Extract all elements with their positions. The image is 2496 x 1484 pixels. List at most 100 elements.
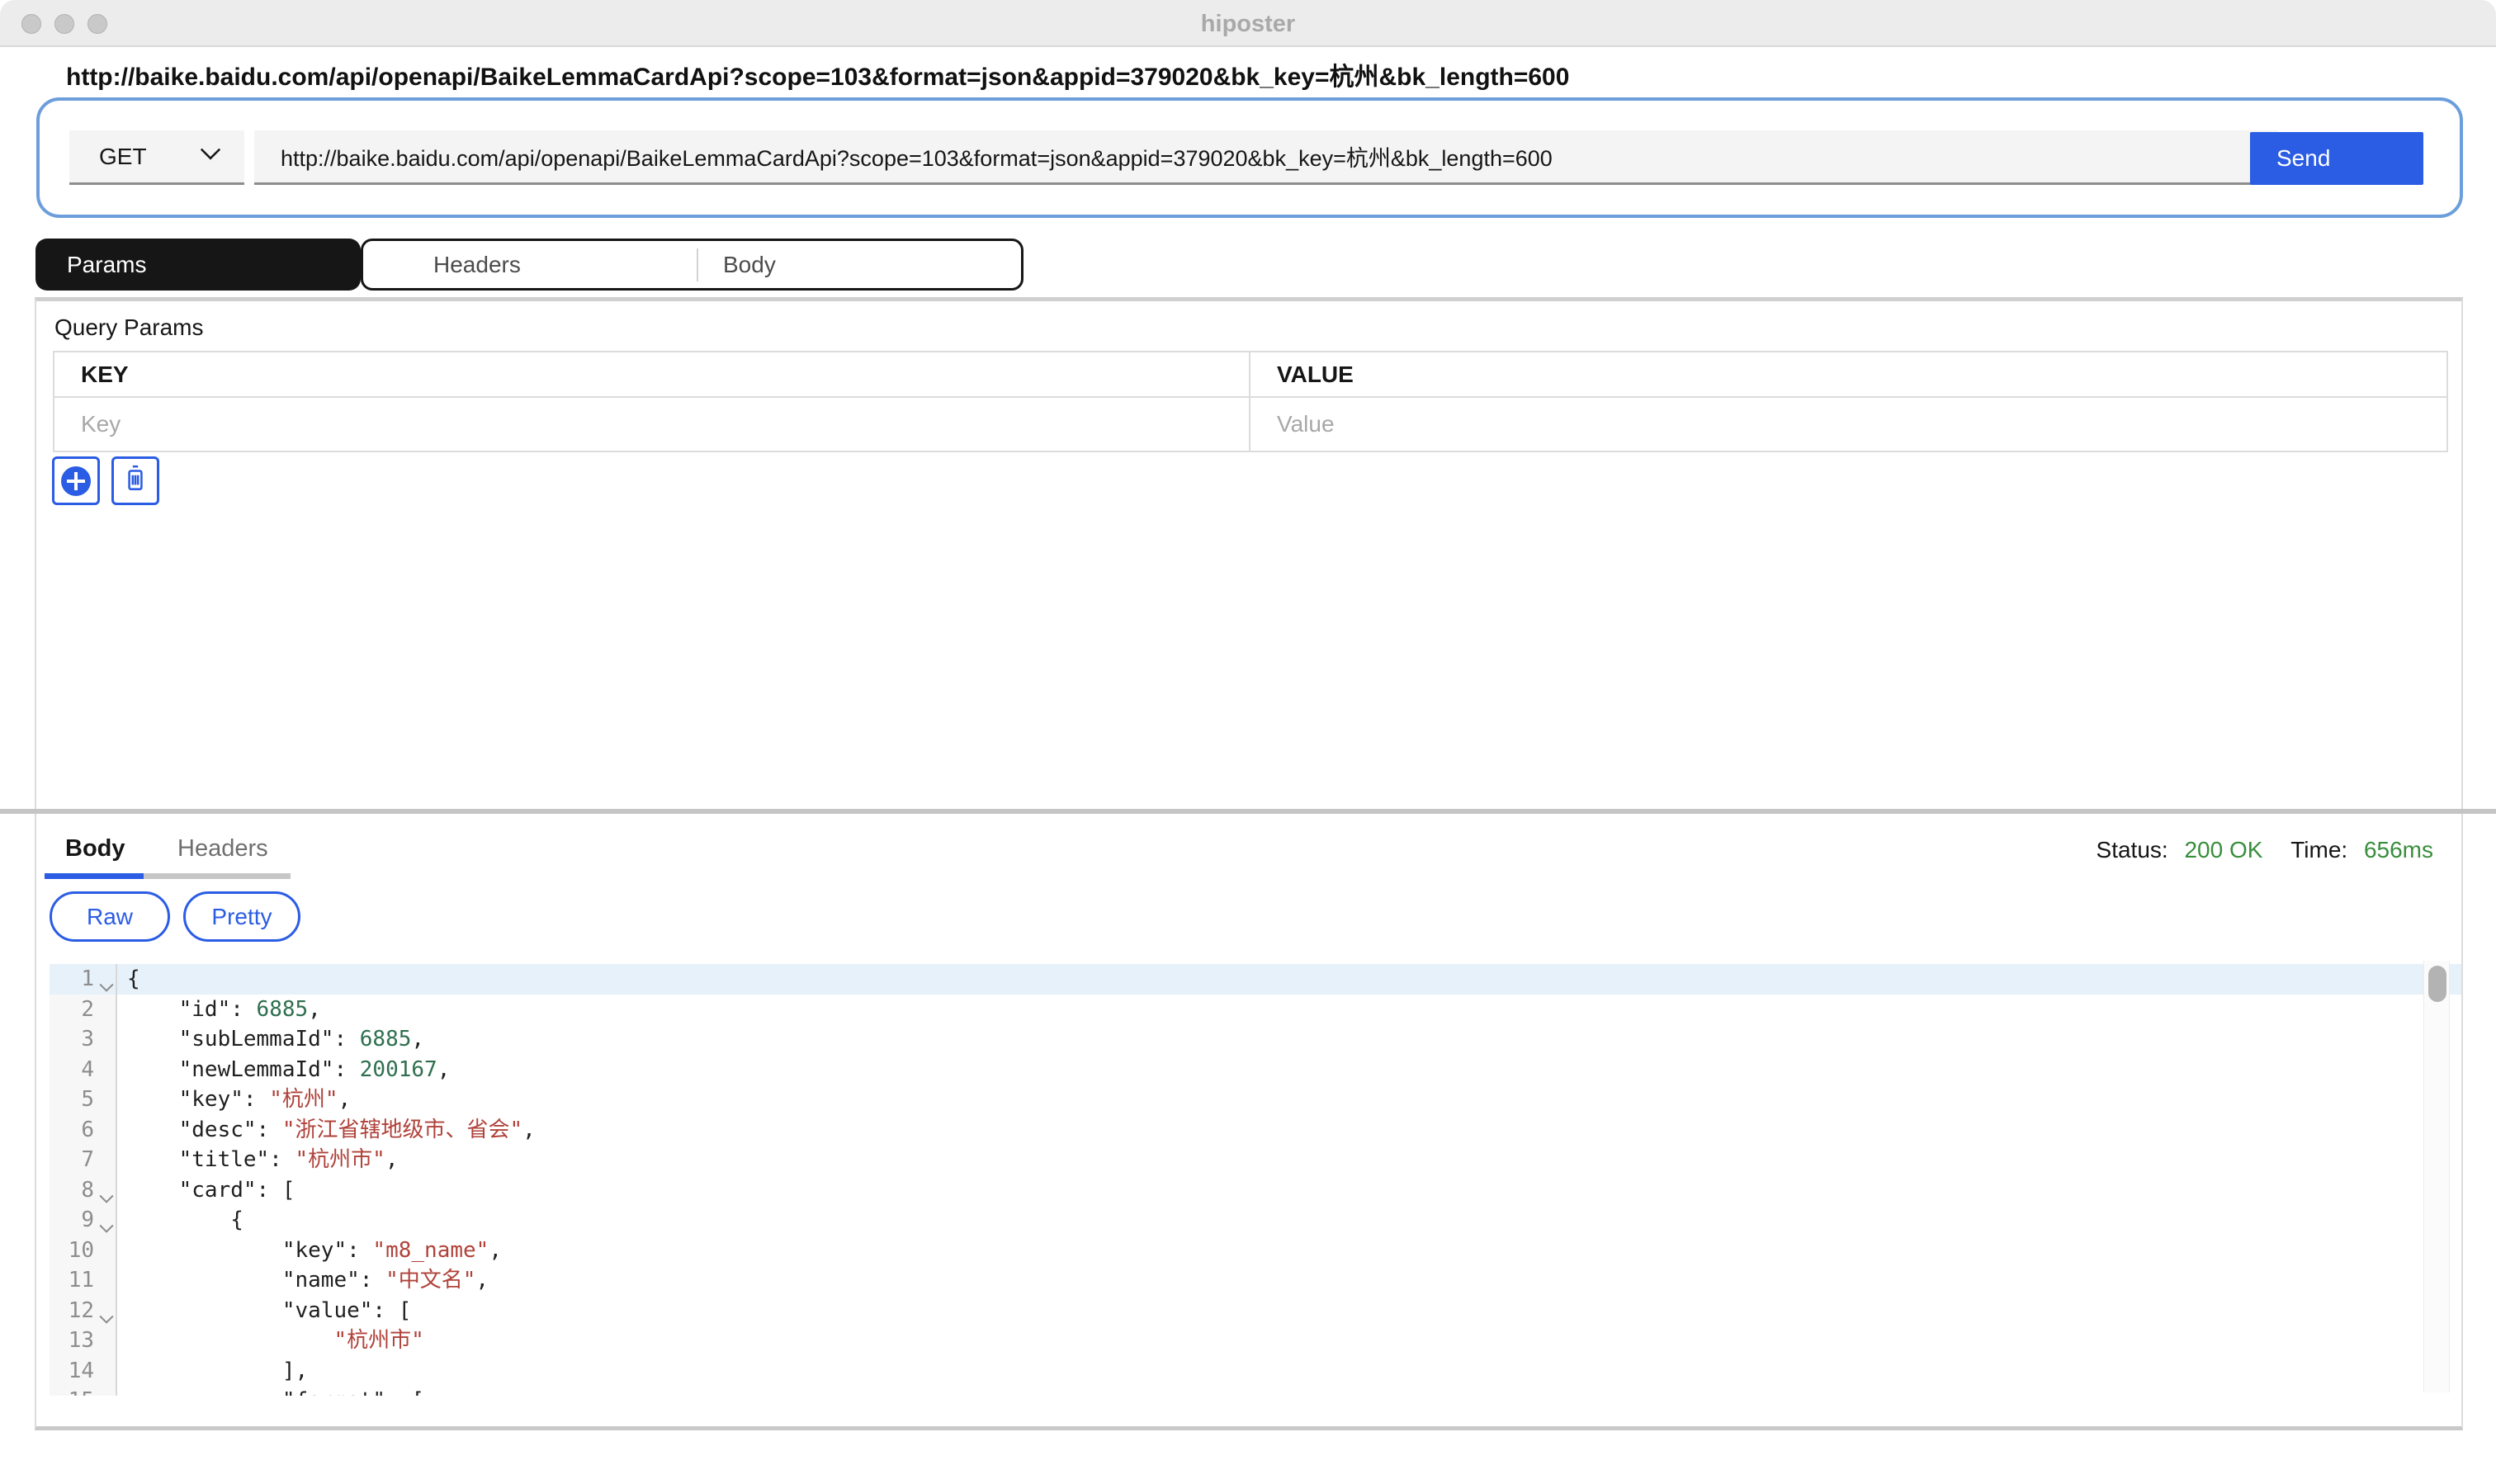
table-row bbox=[54, 398, 2446, 451]
code-text: "format": [ bbox=[117, 1386, 424, 1396]
line-number: 4 bbox=[50, 1055, 116, 1085]
tab-params[interactable]: Params bbox=[35, 239, 361, 291]
delete-param-button[interactable] bbox=[111, 456, 159, 505]
table-header-row: KEY VALUE bbox=[54, 352, 2446, 398]
line-number-gutter: 8 bbox=[50, 1175, 117, 1206]
method-select[interactable]: GET bbox=[69, 130, 244, 185]
code-line-4: 4 "newLemmaId": 200167, bbox=[50, 1055, 2461, 1085]
method-select-value: GET bbox=[99, 144, 147, 170]
code-line-12: 12 "value": [ bbox=[50, 1296, 2461, 1326]
code-line-7: 7 "title": "杭州市", bbox=[50, 1145, 2461, 1175]
code-line-8: 8 "card": [ bbox=[50, 1175, 2461, 1206]
tab-headers[interactable]: Headers bbox=[433, 241, 521, 288]
url-input[interactable] bbox=[254, 130, 2278, 185]
line-number: 5 bbox=[50, 1085, 116, 1115]
collapse-chevron-icon[interactable] bbox=[99, 1183, 114, 1198]
line-number-gutter: 11 bbox=[50, 1265, 117, 1296]
code-line-15: 15 "format": [ bbox=[50, 1386, 2461, 1396]
query-params-table: KEY VALUE bbox=[53, 351, 2448, 452]
code-line-10: 10 "key": "m8_name", bbox=[50, 1236, 2461, 1266]
line-number: 13 bbox=[50, 1326, 116, 1356]
line-number-gutter: 3 bbox=[50, 1024, 117, 1055]
trash-icon bbox=[121, 464, 149, 498]
line-number: 11 bbox=[50, 1265, 116, 1296]
code-text: "subLemmaId": 6885, bbox=[117, 1024, 424, 1055]
line-number: 7 bbox=[50, 1145, 116, 1175]
code-text: "杭州市" bbox=[117, 1326, 424, 1356]
request-tabs-group: Headers Body bbox=[361, 239, 1023, 291]
line-number-gutter: 4 bbox=[50, 1055, 117, 1085]
code-line-13: 13 "杭州市" bbox=[50, 1326, 2461, 1356]
collapse-chevron-icon[interactable] bbox=[99, 1303, 114, 1318]
collapse-chevron-icon[interactable] bbox=[99, 971, 114, 986]
code-line-9: 9 { bbox=[50, 1205, 2461, 1236]
line-number-gutter: 7 bbox=[50, 1145, 117, 1175]
window-title: hiposter bbox=[0, 11, 2496, 38]
code-line-11: 11 "name": "中文名", bbox=[50, 1265, 2461, 1296]
titlebar: hiposter bbox=[0, 0, 2496, 47]
add-param-button[interactable] bbox=[52, 456, 100, 505]
param-row-actions bbox=[52, 456, 159, 505]
active-tab-underline bbox=[45, 873, 144, 879]
scrollbar-thumb[interactable] bbox=[2428, 966, 2446, 1002]
line-number: 3 bbox=[50, 1024, 116, 1055]
code-line-1: 1{ bbox=[50, 964, 2461, 995]
code-line-2: 2 "id": 6885, bbox=[50, 995, 2461, 1025]
request-url-heading: http://baike.baidu.com/api/openapi/Baike… bbox=[66, 56, 1569, 92]
line-number: 15 bbox=[50, 1386, 116, 1396]
line-number: 14 bbox=[50, 1356, 116, 1387]
line-number-gutter: 12 bbox=[50, 1296, 117, 1326]
code-text: "desc": "浙江省辖地级市、省会", bbox=[117, 1115, 536, 1146]
line-number: 6 bbox=[50, 1115, 116, 1146]
line-number-gutter: 15 bbox=[50, 1386, 117, 1396]
app-window: hiposter http://baike.baidu.com/api/open… bbox=[0, 0, 2496, 1484]
line-number: 10 bbox=[50, 1236, 116, 1266]
tab-divider bbox=[697, 248, 698, 281]
response-panel: Body Headers Status: 200 OK Time: 656ms … bbox=[35, 814, 2463, 1430]
query-params-panel: Query Params KEY VALUE bbox=[35, 297, 2463, 809]
line-number-gutter: 13 bbox=[50, 1326, 117, 1356]
response-body-viewer: 1{2 "id": 6885,3 "subLemmaId": 6885,4 "n… bbox=[50, 959, 2461, 1396]
line-number-gutter: 6 bbox=[50, 1115, 117, 1146]
line-number-gutter: 9 bbox=[50, 1205, 117, 1236]
time-value: 656ms bbox=[2364, 837, 2433, 863]
response-tab-headers[interactable]: Headers bbox=[177, 835, 268, 863]
line-number-gutter: 1 bbox=[50, 964, 117, 995]
code-text: "card": [ bbox=[117, 1175, 295, 1206]
query-params-title: Query Params bbox=[54, 314, 204, 341]
status-value: 200 OK bbox=[2184, 837, 2262, 863]
raw-button[interactable]: Raw bbox=[50, 891, 170, 942]
code-text: "name": "中文名", bbox=[117, 1265, 489, 1296]
code-text: { bbox=[117, 1205, 243, 1236]
chevron-down-icon bbox=[200, 148, 221, 165]
code-text: { bbox=[117, 964, 140, 995]
param-value-input[interactable] bbox=[1277, 398, 2446, 451]
code-text: "key": "杭州", bbox=[117, 1085, 351, 1115]
collapse-chevron-icon[interactable] bbox=[99, 1212, 114, 1227]
code-text: "title": "杭州市", bbox=[117, 1145, 398, 1175]
time-label: Time: bbox=[2290, 837, 2347, 863]
line-number-gutter: 14 bbox=[50, 1356, 117, 1387]
code-lines: 1{2 "id": 6885,3 "subLemmaId": 6885,4 "n… bbox=[50, 964, 2461, 1396]
status-label: Status: bbox=[2097, 837, 2168, 863]
line-number: 2 bbox=[50, 995, 116, 1025]
tab-body[interactable]: Body bbox=[723, 241, 776, 288]
code-line-14: 14 ], bbox=[50, 1356, 2461, 1387]
code-text: ], bbox=[117, 1356, 308, 1387]
line-number-gutter: 2 bbox=[50, 995, 117, 1025]
vertical-scrollbar[interactable] bbox=[2423, 961, 2450, 1392]
send-button[interactable]: Send bbox=[2250, 132, 2423, 185]
line-number-gutter: 5 bbox=[50, 1085, 117, 1115]
page: http://baike.baidu.com/api/openapi/Baike… bbox=[0, 49, 2496, 1484]
response-tab-body[interactable]: Body bbox=[65, 835, 125, 863]
line-number-gutter: 10 bbox=[50, 1236, 117, 1266]
inactive-tab-underline bbox=[144, 873, 291, 879]
plus-icon bbox=[61, 466, 91, 496]
param-key-input[interactable] bbox=[81, 398, 1249, 451]
code-text: "id": 6885, bbox=[117, 995, 321, 1025]
request-bar: GET Send bbox=[36, 97, 2463, 218]
pretty-button[interactable]: Pretty bbox=[183, 891, 300, 942]
code-line-3: 3 "subLemmaId": 6885, bbox=[50, 1024, 2461, 1055]
code-line-5: 5 "key": "杭州", bbox=[50, 1085, 2461, 1115]
status-line: Status: 200 OK Time: 656ms bbox=[2097, 837, 2433, 863]
